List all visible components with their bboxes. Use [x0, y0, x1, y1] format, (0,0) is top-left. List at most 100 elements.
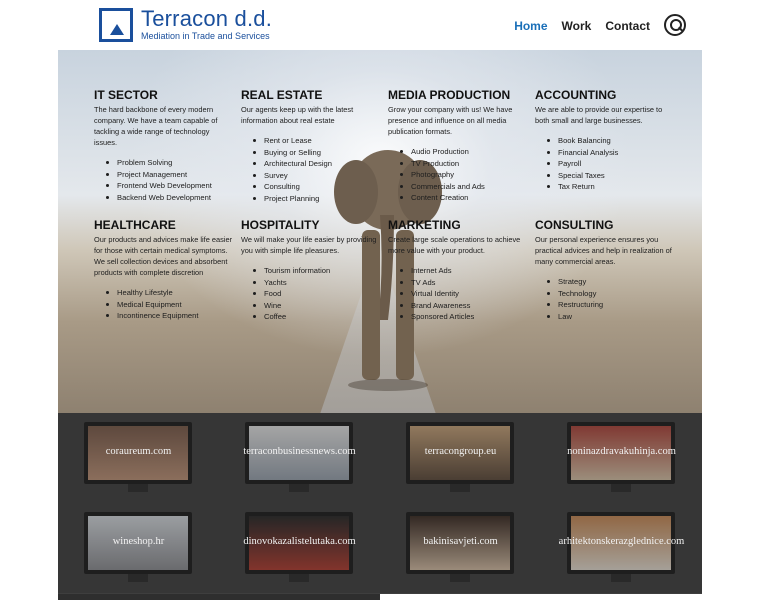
- list-item: Buying or Selling: [253, 147, 381, 159]
- portfolio-link[interactable]: noninazdravakuhinja.com: [541, 446, 702, 457]
- brand-logo[interactable]: Terracon d.d. Mediation in Trade and Ser…: [99, 8, 272, 42]
- list-item: Commercials and Ads: [400, 181, 528, 193]
- sector-title: REAL ESTATE: [241, 88, 323, 102]
- portfolio-tile[interactable]: bakinisavjeti.com: [380, 503, 541, 593]
- hero-section: IT SECTOR The hard backbone of every mod…: [58, 50, 702, 413]
- sector-text: Our personal experience ensures you prac…: [535, 235, 672, 266]
- tile-overlay: [58, 413, 219, 503]
- brand-title: Terracon d.d.: [141, 6, 273, 31]
- list-item: Tax Return: [547, 181, 675, 193]
- logo-text: Terracon d.d. Mediation in Trade and Ser…: [141, 8, 272, 42]
- portfolio-link[interactable]: terracongroup.eu: [380, 446, 541, 457]
- tile-overlay: [219, 503, 380, 593]
- sector-text: The hard backbone of every modern compan…: [94, 105, 218, 147]
- list-item: Brand Awareness: [400, 300, 528, 312]
- sector-real-estate: REAL ESTATE Our agents keep up with the …: [241, 88, 381, 205]
- search-icon[interactable]: [664, 14, 686, 36]
- sector-text: We are able to provide our expertise to …: [535, 105, 663, 125]
- list-item: Project Management: [106, 169, 234, 181]
- sector-accounting: ACCOUNTING We are able to provide our ex…: [535, 88, 675, 193]
- list-item: Frontend Web Development: [106, 180, 234, 192]
- sector-hospitality: HOSPITALITY We will make your life easie…: [241, 218, 381, 323]
- sector-title: MARKETING: [388, 218, 461, 232]
- list-item: TV Production: [400, 158, 528, 170]
- sector-text: We will make your life easier by providi…: [241, 235, 377, 255]
- list-item: Incontinence Equipment: [106, 310, 234, 322]
- list-item: Book Balancing: [547, 135, 675, 147]
- list-item: TV Ads: [400, 277, 528, 289]
- list-item: Architectural Design: [253, 158, 381, 170]
- portfolio-link[interactable]: bakinisavjeti.com: [380, 536, 541, 547]
- list-item: Financial Analysis: [547, 147, 675, 159]
- portfolio-link[interactable]: dinovokazalistelutaka.com: [219, 536, 380, 547]
- list-item: Special Taxes: [547, 170, 675, 182]
- list-item: Survey: [253, 170, 381, 182]
- list-item: Internet Ads: [400, 265, 528, 277]
- portfolio-grid: coraureum.com terraconbusinessnews.com t…: [58, 413, 702, 600]
- list-item: Technology: [547, 288, 675, 300]
- sector-text: Create large scale operations to achieve…: [388, 235, 521, 255]
- portfolio-link[interactable]: coraureum.com: [58, 446, 219, 457]
- portfolio-tile[interactable]: terracongroup.eu: [380, 413, 541, 503]
- nav-home[interactable]: Home: [514, 19, 547, 33]
- tile-overlay: [58, 503, 219, 593]
- list-item: Rent or Lease: [253, 135, 381, 147]
- portfolio-tile[interactable]: arhitektonskerazglednice.com: [541, 503, 702, 593]
- list-item: Consulting: [253, 181, 381, 193]
- list-item: Backend Web Development: [106, 192, 234, 204]
- list-item: Law: [547, 311, 675, 323]
- portfolio-link[interactable]: arhitektonskerazglednice.com: [541, 536, 702, 547]
- tile-overlay: [541, 413, 702, 503]
- portfolio-tile[interactable]: wineshop.hr: [58, 503, 219, 593]
- list-item: Virtual Identity: [400, 288, 528, 300]
- page-bottom-edge: [58, 594, 702, 600]
- tile-overlay: [541, 503, 702, 593]
- portfolio-tile[interactable]: coraureum.com: [58, 413, 219, 503]
- page-margin-right: [702, 0, 760, 600]
- portfolio-link[interactable]: wineshop.hr: [58, 536, 219, 547]
- sector-text: Our products and advices make life easie…: [94, 235, 233, 277]
- list-item: Strategy: [547, 276, 675, 288]
- portfolio-tile[interactable]: dinovokazalistelutaka.com: [219, 503, 380, 593]
- list-item: Photography: [400, 169, 528, 181]
- page-margin-left: [0, 0, 58, 600]
- tile-overlay: [380, 413, 541, 503]
- list-item: Coffee: [253, 311, 381, 323]
- sector-title: CONSULTING: [535, 218, 614, 232]
- sector-text: Our agents keep up with the latest infor…: [241, 105, 354, 125]
- list-item: Sponsored Articles: [400, 311, 528, 323]
- portfolio-tile[interactable]: terraconbusinessnews.com: [219, 413, 380, 503]
- sector-title: HOSPITALITY: [241, 218, 320, 232]
- sector-consulting: CONSULTING Our personal experience ensur…: [535, 218, 675, 322]
- portfolio-link[interactable]: terraconbusinessnews.com: [219, 446, 380, 457]
- sector-text: Grow your company with us! We have prese…: [388, 105, 513, 136]
- sector-title: MEDIA PRODUCTION: [388, 88, 511, 102]
- list-item: Payroll: [547, 158, 675, 170]
- list-item: Wine: [253, 300, 381, 312]
- sector-it: IT SECTOR The hard backbone of every mod…: [94, 88, 234, 203]
- nav-contact[interactable]: Contact: [605, 19, 650, 33]
- list-item: Food: [253, 288, 381, 300]
- list-item: Content Creation: [400, 192, 528, 204]
- tile-overlay: [380, 503, 541, 593]
- nav-work[interactable]: Work: [562, 19, 592, 33]
- list-item: Problem Solving: [106, 157, 234, 169]
- list-item: Restructuring: [547, 299, 675, 311]
- tile-overlay: [219, 413, 380, 503]
- sector-title: HEALTHCARE: [94, 218, 176, 232]
- list-item: Audio Production: [400, 146, 528, 158]
- sector-marketing: MARKETING Create large scale operations …: [388, 218, 528, 323]
- list-item: Tourism information: [253, 265, 381, 277]
- list-item: Healthy Lifestyle: [106, 287, 234, 299]
- logo-icon: [99, 8, 133, 42]
- sector-title: ACCOUNTING: [535, 88, 617, 102]
- list-item: Project Planning: [253, 193, 381, 205]
- sector-title: IT SECTOR: [94, 88, 158, 102]
- list-item: Yachts: [253, 277, 381, 289]
- list-item: Medical Equipment: [106, 299, 234, 311]
- portfolio-tile[interactable]: noninazdravakuhinja.com: [541, 413, 702, 503]
- sector-healthcare: HEALTHCARE Our products and advices make…: [94, 218, 234, 322]
- sector-media-production: MEDIA PRODUCTION Grow your company with …: [388, 88, 528, 204]
- main-nav: Home Work Contact: [514, 19, 650, 33]
- site-header: Terracon d.d. Mediation in Trade and Ser…: [58, 0, 702, 50]
